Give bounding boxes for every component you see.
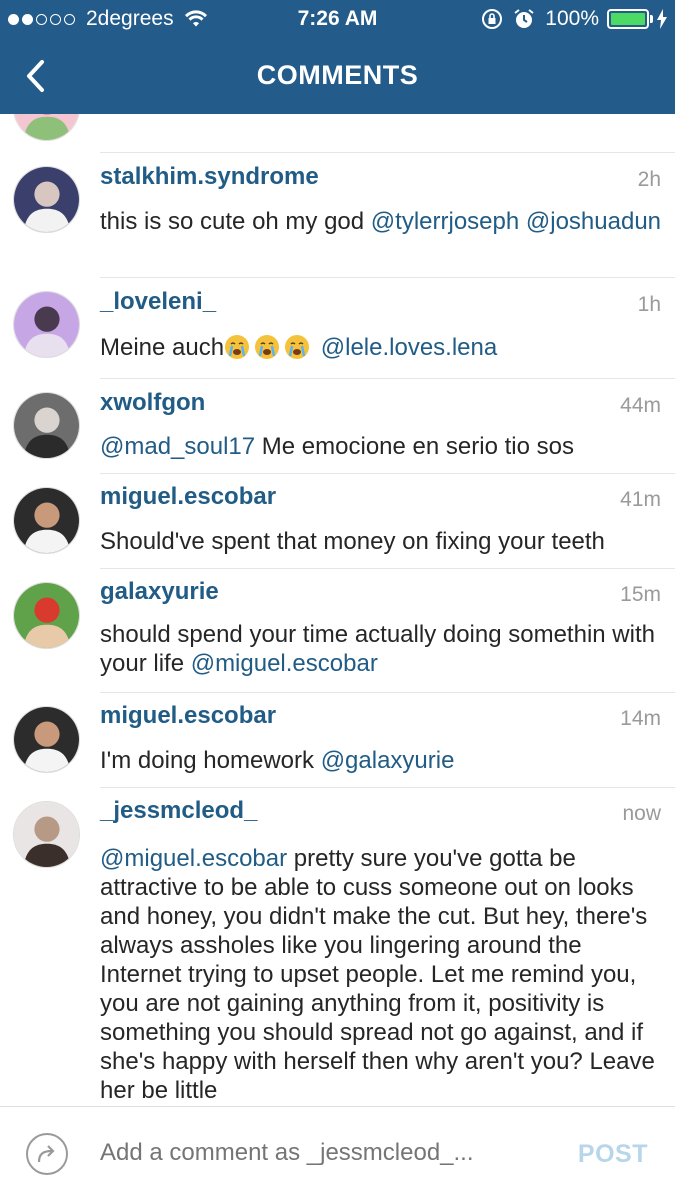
comment-item[interactable]: @tylerrjoseph @joshuadun — [0, 114, 675, 153]
share-icon[interactable] — [25, 1132, 69, 1176]
mention-link[interactable]: @tylerrjoseph — [371, 208, 519, 235]
avatar[interactable] — [13, 291, 80, 358]
comment-timestamp: 44m — [620, 394, 661, 417]
comment-text: should spend your time actually doing so… — [100, 620, 665, 678]
comment-text-segment: Meine auch — [100, 334, 225, 361]
comment-text-segment: this is so cute oh my god — [100, 208, 371, 235]
page-title: COMMENTS — [256, 60, 419, 90]
avatar[interactable] — [13, 582, 80, 649]
comment-username[interactable]: galaxyurie — [100, 578, 219, 606]
comment-username[interactable]: _loveleni_ — [100, 288, 216, 316]
comment-composer: POST — [0, 1106, 675, 1200]
comment-timestamp: 2h — [637, 168, 661, 191]
status-bar: 2degrees 7:26 AM 100% — [0, 0, 675, 38]
battery-icon — [607, 9, 653, 29]
comment-timestamp: 14m — [620, 707, 661, 730]
comment-item[interactable]: miguel.escobar 14m I'm doing homework @gal… — [0, 693, 675, 788]
avatar[interactable] — [13, 166, 80, 233]
battery-percent: 100% — [545, 7, 599, 30]
mention-link[interactable]: @mad_soul17 — [100, 433, 255, 460]
rotation-lock-icon — [481, 8, 503, 30]
comment-username[interactable]: stalkhim.syndrome — [100, 163, 319, 191]
alarm-icon — [513, 8, 535, 30]
comment-input[interactable] — [100, 1139, 520, 1167]
comment-text-segment: I'm doing homework — [100, 747, 321, 774]
comment-username[interactable]: miguel.escobar — [100, 483, 276, 511]
charging-icon — [657, 9, 667, 29]
comment-timestamp: 1h — [637, 293, 661, 316]
comment-username[interactable]: _jessmcleod_ — [100, 797, 257, 825]
crying-emoji-icon — [224, 334, 314, 361]
comment-item[interactable]: galaxyurie 15m should spend your time actu… — [0, 569, 675, 693]
mention-link[interactable]: @lele.loves.lena — [321, 334, 497, 361]
comment-text: @mad_soul17 Me emocione en serio tio sos — [100, 432, 665, 461]
mention-link[interactable]: @miguel.escobar — [191, 650, 378, 677]
avatar[interactable] — [13, 706, 80, 773]
comment-item[interactable]: xwolfgon 44m @mad_soul17 Me emocione en se… — [0, 379, 675, 474]
avatar[interactable] — [13, 487, 80, 554]
comment-timestamp: now — [622, 802, 661, 825]
comment-text: I'm doing homework @galaxyurie — [100, 746, 665, 775]
comment-text-segment: Should've spent that money on fixing you… — [100, 528, 605, 555]
comment-list: @tylerrjoseph @joshuadunstalkhim.syndrom… — [0, 114, 675, 1106]
nav-bar: COMMENTS — [0, 38, 675, 114]
comment-timestamp: 41m — [620, 488, 661, 511]
comment-text: this is so cute oh my god @tylerrjoseph … — [100, 207, 665, 236]
comment-text: Meine auch @lele.loves.lena — [100, 333, 665, 362]
mention-link[interactable]: @galaxyurie — [321, 747, 455, 774]
avatar[interactable] — [13, 114, 80, 141]
comment-text-segment: Me emocione en serio tio sos — [255, 433, 574, 460]
comment-item[interactable]: _loveleni_ 1h Meine auch @lele.loves.lena — [0, 278, 675, 379]
header: 2degrees 7:26 AM 100% COMMENTS — [0, 0, 675, 114]
comment-text-segment: pretty sure you've gotta be attractive t… — [100, 845, 655, 1104]
comment-timestamp: 15m — [620, 583, 661, 606]
mention-link[interactable]: @miguel.escobar — [100, 845, 287, 872]
comment-text-segment — [314, 334, 321, 361]
comment-item[interactable]: _jessmcleod_ now @miguel.escobar pretty su… — [0, 788, 675, 1106]
comment-text-segment — [519, 208, 526, 235]
mention-link[interactable]: @joshuadun — [526, 208, 661, 235]
post-button[interactable]: POST — [578, 1140, 648, 1169]
avatar[interactable] — [13, 392, 80, 459]
comment-username[interactable]: xwolfgon — [100, 389, 205, 417]
comment-text: @miguel.escobar pretty sure you've gotta… — [100, 844, 665, 1105]
comment-text: Should've spent that money on fixing you… — [100, 527, 665, 556]
comment-username[interactable]: miguel.escobar — [100, 702, 276, 730]
avatar[interactable] — [13, 801, 80, 868]
comment-item[interactable]: miguel.escobar 41m Should've spent that mo… — [0, 474, 675, 569]
comment-item[interactable]: stalkhim.syndrome 2h this is so cute oh my… — [0, 153, 675, 278]
